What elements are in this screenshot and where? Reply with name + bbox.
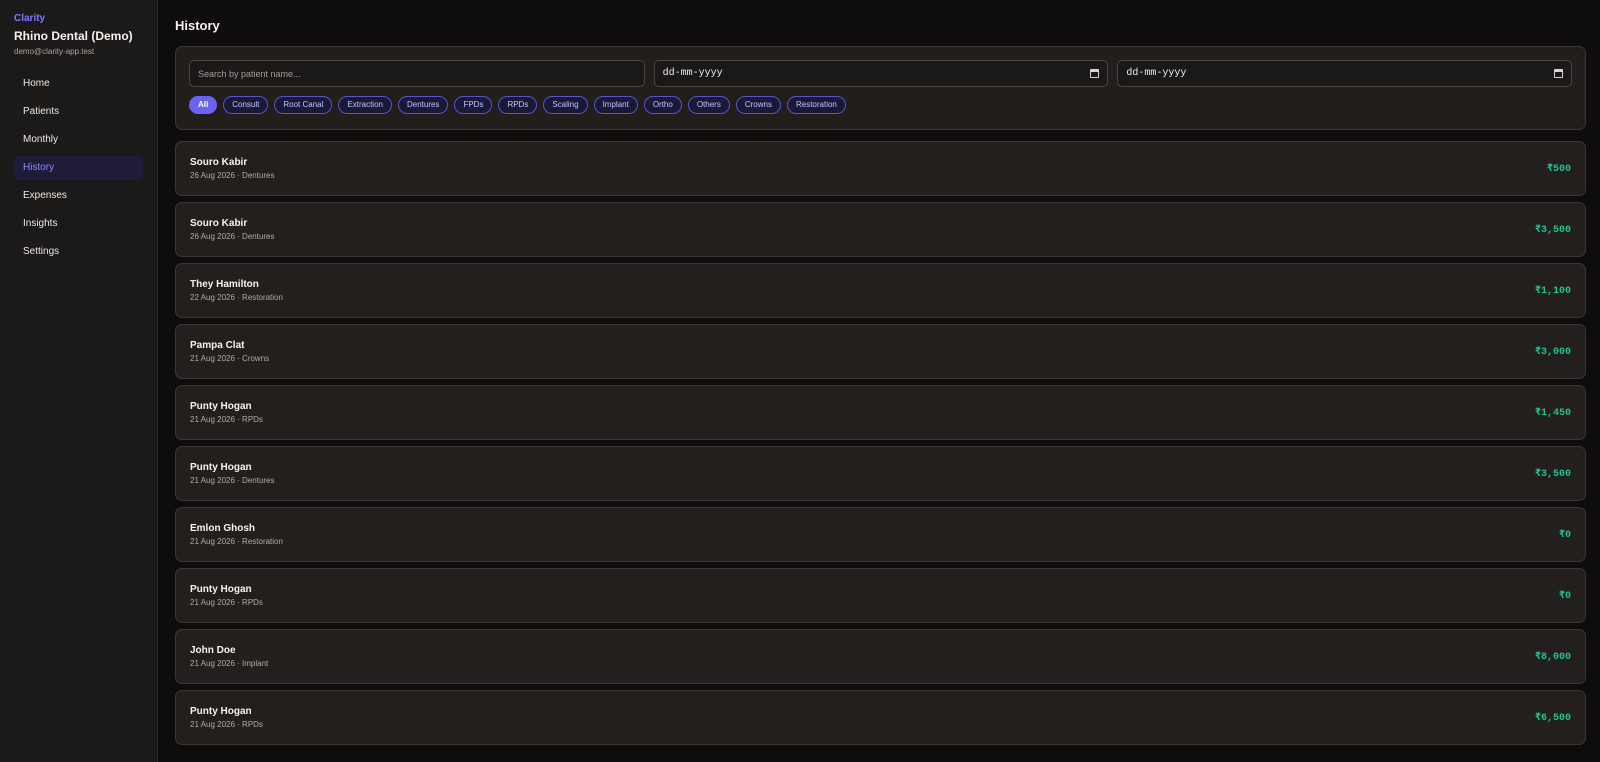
chip-scaling[interactable]: Scaling bbox=[543, 96, 588, 114]
visit-meta: 26 Aug 2026 · Dentures bbox=[190, 232, 275, 241]
row-info: Punty Hogan 21 Aug 2026 · RPDs bbox=[190, 706, 263, 729]
patient-name: Punty Hogan bbox=[190, 584, 252, 595]
brand-name: Clarity bbox=[14, 13, 46, 24]
date-to-field[interactable]: dd-mm-yyyy bbox=[1117, 60, 1573, 87]
search-input[interactable] bbox=[189, 60, 645, 87]
visit-meta: 21 Aug 2026 · RPDs bbox=[190, 598, 263, 607]
row-info: They Hamilton 22 Aug 2026 · Restoration bbox=[190, 279, 283, 302]
chip-rpds[interactable]: RPDs bbox=[498, 96, 538, 114]
visit-meta: 21 Aug 2026 · Implant bbox=[190, 659, 269, 668]
amount: ₹3,000 bbox=[1534, 346, 1571, 358]
user-email: demo@clarity-app.test bbox=[14, 47, 95, 56]
filter-panel: dd-mm-yyyy dd-mm-yyyy All Consult Root Can… bbox=[175, 46, 1586, 130]
history-row[interactable]: Punty Hogan 21 Aug 2026 · RPDs ₹6,500 bbox=[175, 690, 1586, 745]
patient-name: They Hamilton bbox=[190, 279, 259, 290]
history-row[interactable]: Souro Kabir 26 Aug 2026 · Dentures ₹500 bbox=[175, 141, 1586, 196]
history-row[interactable]: Punty Hogan 21 Aug 2026 · Dentures ₹3,500 bbox=[175, 446, 1586, 501]
sidebar-item-expenses[interactable]: Expenses bbox=[14, 184, 143, 208]
chip-fpds[interactable]: FPDs bbox=[454, 96, 493, 114]
history-row[interactable]: They Hamilton 22 Aug 2026 · Restoration ₹1… bbox=[175, 263, 1586, 318]
row-info: Punty Hogan 21 Aug 2026 · Dentures bbox=[190, 462, 275, 485]
amount: ₹6,500 bbox=[1534, 712, 1571, 724]
sidebar-item-home[interactable]: Home bbox=[14, 72, 143, 96]
patient-name: Punty Hogan bbox=[190, 706, 252, 717]
row-info: Punty Hogan 21 Aug 2026 · RPDs bbox=[190, 401, 263, 424]
date-from-field[interactable]: dd-mm-yyyy bbox=[653, 60, 1109, 87]
amount: ₹0 bbox=[1558, 529, 1571, 541]
patient-name: Souro Kabir bbox=[190, 218, 248, 229]
amount: ₹0 bbox=[1558, 590, 1571, 602]
row-info: John Doe 21 Aug 2026 · Implant bbox=[190, 645, 268, 668]
sidebar: Clarity Rhino Dental (Demo) demo@clarity… bbox=[0, 0, 158, 762]
visit-meta: 22 Aug 2026 · Restoration bbox=[190, 293, 283, 302]
visit-meta: 21 Aug 2026 · Restoration bbox=[190, 537, 283, 546]
history-row[interactable]: Emlon Ghosh 21 Aug 2026 · Restoration ₹0 bbox=[175, 507, 1586, 562]
amount: ₹8,000 bbox=[1534, 651, 1571, 663]
row-info: Souro Kabir 26 Aug 2026 · Dentures bbox=[190, 218, 275, 241]
calendar-icon[interactable] bbox=[1090, 69, 1100, 78]
sidebar-nav: Home Patients Monthly History Expenses Insigh… bbox=[14, 72, 143, 264]
row-info: Emlon Ghosh 21 Aug 2026 · Restoration bbox=[190, 523, 283, 546]
visit-meta: 21 Aug 2026 · Crowns bbox=[190, 354, 270, 363]
patient-name: Punty Hogan bbox=[190, 401, 252, 412]
row-info: Pampa Clat 21 Aug 2026 · Crowns bbox=[190, 340, 269, 363]
chip-crowns[interactable]: Crowns bbox=[735, 96, 781, 114]
date-from-value: dd-mm-yyyy bbox=[662, 68, 723, 79]
amount: ₹3,500 bbox=[1534, 224, 1571, 236]
category-chips: All Consult Root Canal Extraction Dentures FP… bbox=[189, 96, 1572, 114]
amount: ₹1,450 bbox=[1534, 407, 1571, 419]
visit-meta: 26 Aug 2026 · Dentures bbox=[190, 171, 275, 180]
chip-others[interactable]: Others bbox=[687, 96, 730, 114]
chip-dentures[interactable]: Dentures bbox=[397, 96, 449, 114]
date-to-value: dd-mm-yyyy bbox=[1126, 68, 1187, 79]
history-row[interactable]: John Doe 21 Aug 2026 · Implant ₹8,000 bbox=[175, 629, 1586, 684]
patient-name: John Doe bbox=[190, 645, 236, 656]
visit-meta: 21 Aug 2026 · RPDs bbox=[190, 720, 263, 729]
sidebar-item-history[interactable]: History bbox=[14, 156, 143, 180]
row-info: Punty Hogan 21 Aug 2026 · RPDs bbox=[190, 584, 263, 607]
visit-meta: 21 Aug 2026 · RPDs bbox=[190, 415, 263, 424]
history-row[interactable]: Punty Hogan 21 Aug 2026 · RPDs ₹1,450 bbox=[175, 385, 1586, 440]
patient-name: Pampa Clat bbox=[190, 340, 245, 351]
chip-ortho[interactable]: Ortho bbox=[643, 96, 682, 114]
clinic-name: Rhino Dental (Demo) bbox=[14, 29, 133, 43]
history-row[interactable]: Souro Kabir 26 Aug 2026 · Dentures ₹3,500 bbox=[175, 202, 1586, 257]
chip-implant[interactable]: Implant bbox=[593, 96, 638, 114]
sidebar-item-monthly[interactable]: Monthly bbox=[14, 128, 143, 152]
chip-consult[interactable]: Consult bbox=[223, 96, 269, 114]
amount: ₹500 bbox=[1546, 163, 1571, 175]
main-content: History dd-mm-yyyy dd-mm-yyyy All Consult… bbox=[158, 0, 1600, 762]
patient-name: Punty Hogan bbox=[190, 462, 252, 473]
chip-root-canal[interactable]: Root Canal bbox=[274, 96, 333, 114]
patient-name: Souro Kabir bbox=[190, 157, 248, 168]
row-info: Souro Kabir 26 Aug 2026 · Dentures bbox=[190, 157, 275, 180]
patient-name: Emlon Ghosh bbox=[190, 523, 255, 534]
history-list: Souro Kabir 26 Aug 2026 · Dentures ₹500 Sou… bbox=[175, 141, 1586, 745]
page-title: History bbox=[175, 18, 220, 33]
chip-extraction[interactable]: Extraction bbox=[338, 96, 392, 114]
history-row[interactable]: Punty Hogan 21 Aug 2026 · RPDs ₹0 bbox=[175, 568, 1586, 623]
sidebar-item-patients[interactable]: Patients bbox=[14, 100, 143, 124]
calendar-icon[interactable] bbox=[1554, 69, 1564, 78]
chip-restoration[interactable]: Restoration bbox=[786, 96, 846, 114]
sidebar-item-settings[interactable]: Settings bbox=[14, 240, 143, 264]
sidebar-item-insights[interactable]: Insights bbox=[14, 212, 143, 236]
history-row[interactable]: Pampa Clat 21 Aug 2026 · Crowns ₹3,000 bbox=[175, 324, 1586, 379]
chip-all[interactable]: All bbox=[189, 96, 218, 114]
amount: ₹3,500 bbox=[1534, 468, 1571, 480]
visit-meta: 21 Aug 2026 · Dentures bbox=[190, 476, 275, 485]
amount: ₹1,100 bbox=[1534, 285, 1571, 297]
